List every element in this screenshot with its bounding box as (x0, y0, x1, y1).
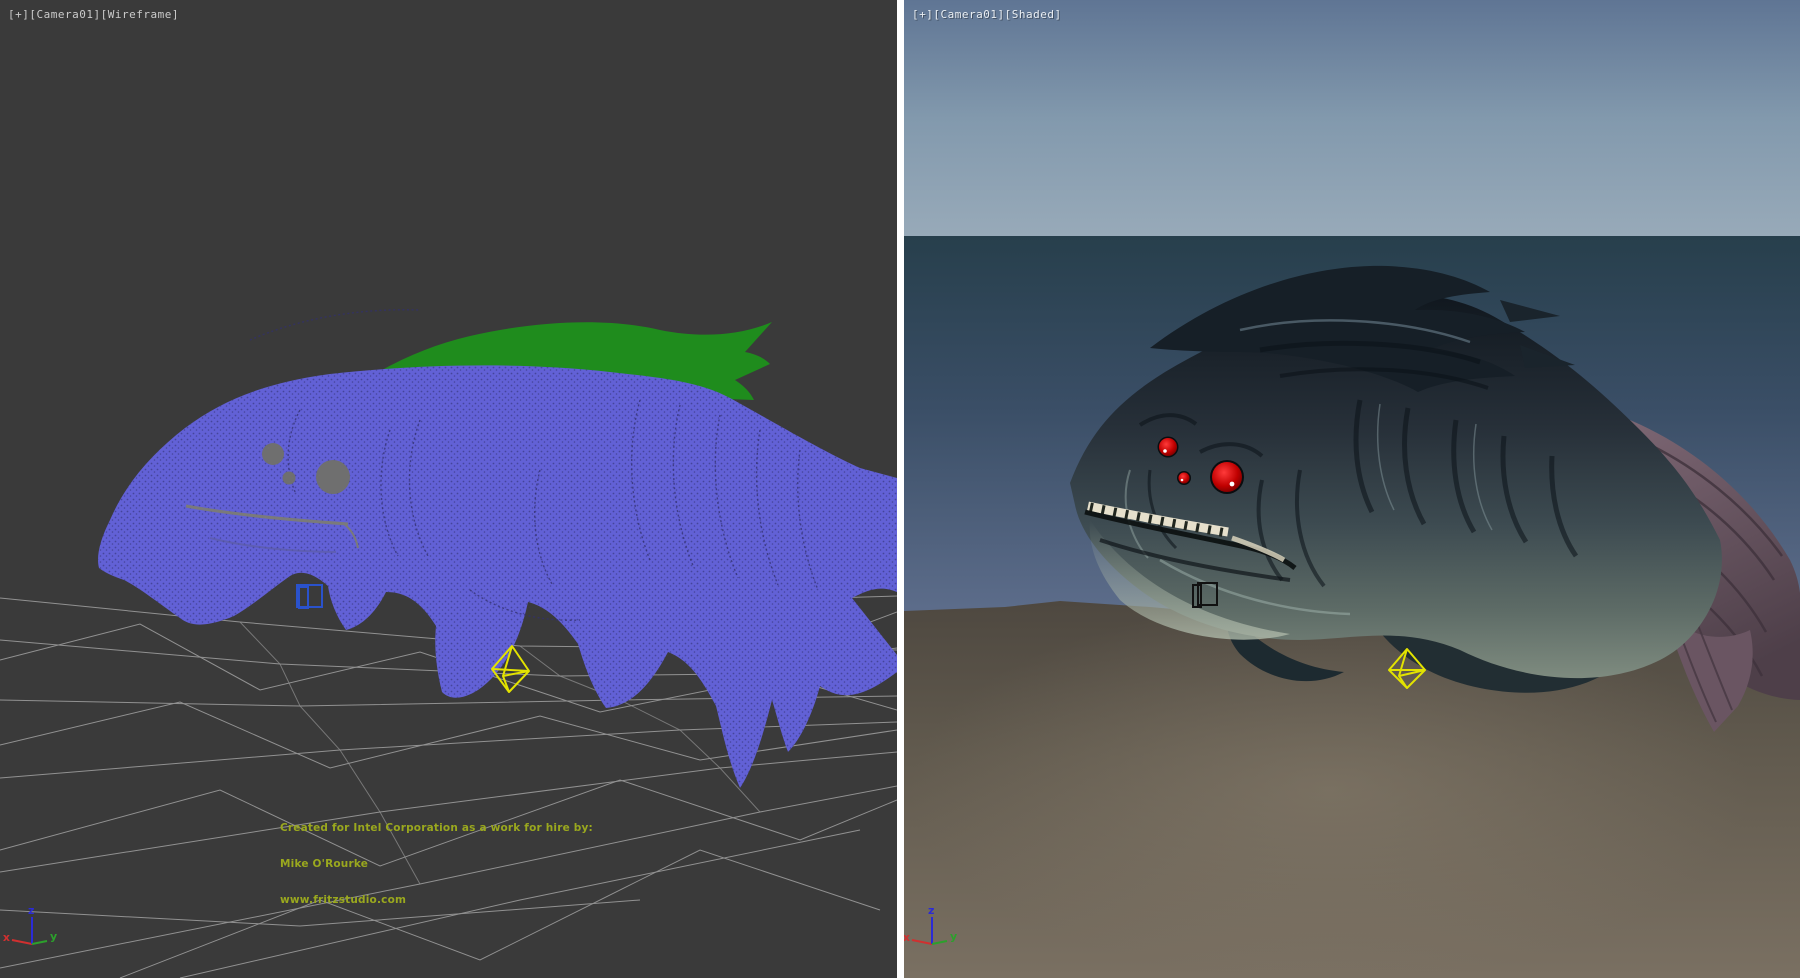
axis-x-label: x (3, 931, 10, 944)
viewport-wireframe[interactable]: x z y [+][Camera01][Wireframe] Created f… (0, 0, 897, 978)
axis-y-label: y (50, 930, 57, 943)
viewport-label-wireframe[interactable]: [+][Camera01][Wireframe] (8, 8, 179, 21)
viewport-shaded[interactable]: x z y [+][Camera01][Shaded] Created for … (904, 0, 1800, 978)
dummy-box-helper[interactable] (297, 585, 322, 608)
viewport-label-shaded[interactable]: [+][Camera01][Shaded] (912, 8, 1062, 21)
axis-x-label: x (904, 931, 910, 944)
viewport-layout: x z y [+][Camera01][Wireframe] Created f… (0, 0, 1800, 978)
fish-model-wireframe[interactable] (98, 310, 897, 788)
axis-gizmo: x z y (3, 904, 57, 944)
axis-z-label: z (928, 904, 934, 917)
fish-wire-stipple (98, 365, 897, 788)
viewport-splitter[interactable] (897, 0, 904, 978)
axis-y-label: y (950, 930, 957, 943)
shaded-scene: x z y (904, 0, 1800, 978)
wireframe-scene: x z y (0, 0, 897, 978)
axis-z-label: z (28, 904, 34, 917)
